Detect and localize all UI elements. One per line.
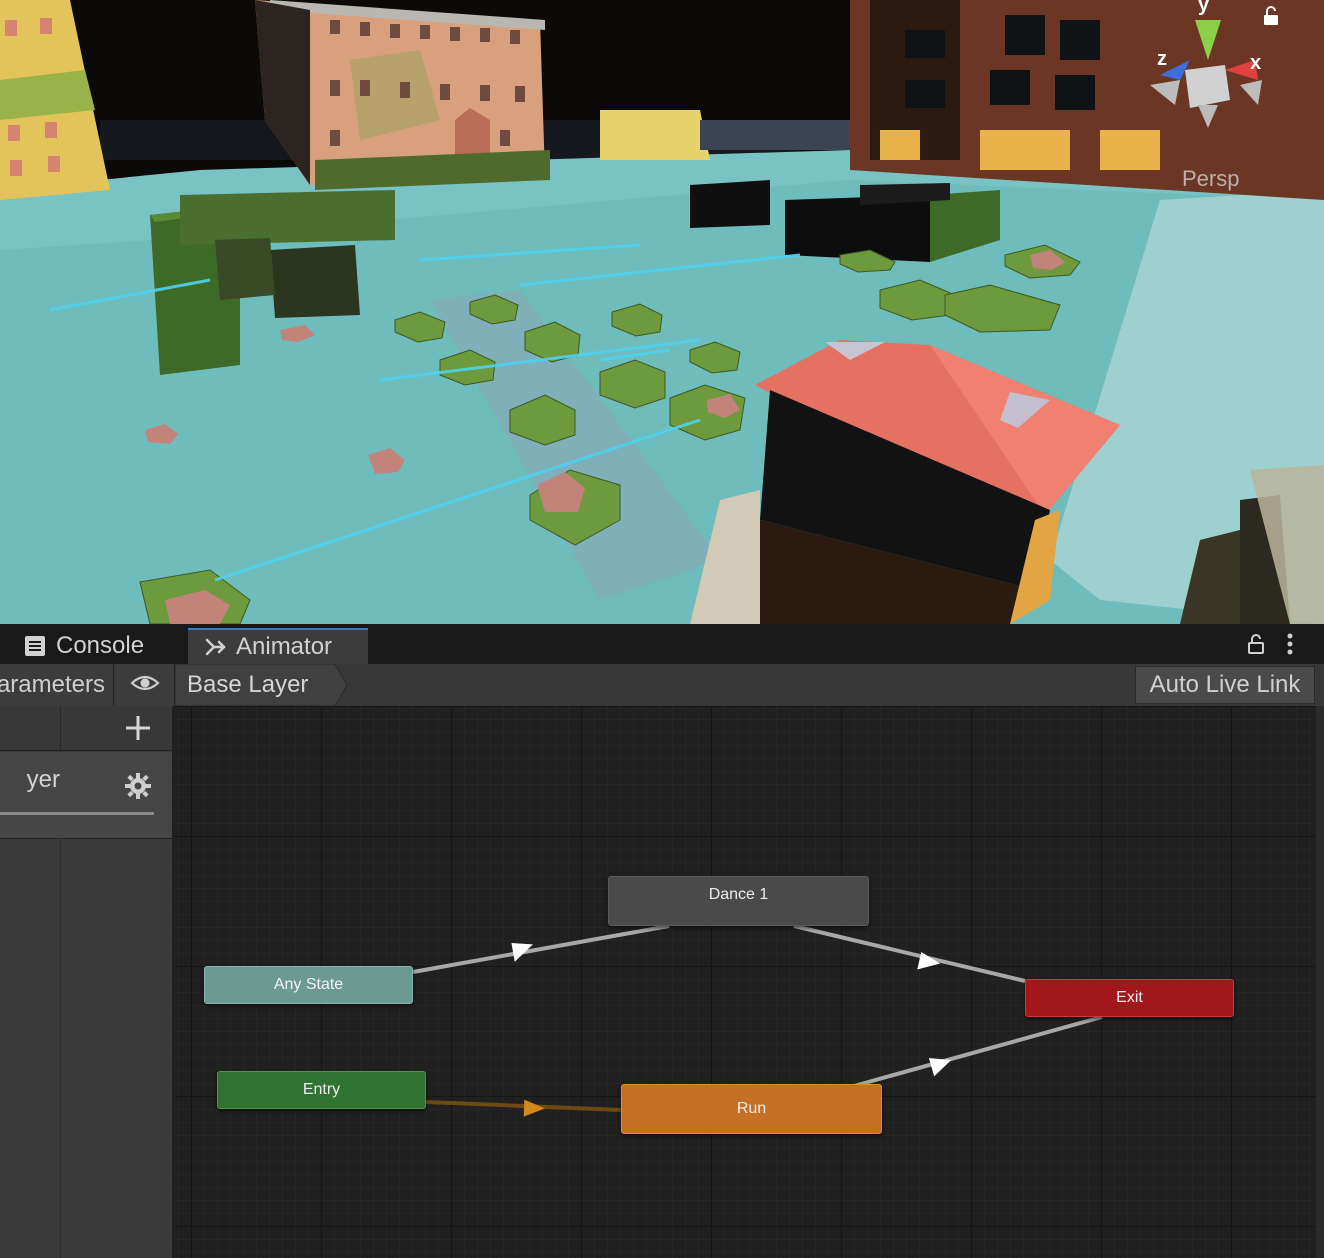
layer-weight-bar xyxy=(0,812,154,815)
state-node-dance-1[interactable]: Dance 1 xyxy=(608,876,869,926)
breadcrumb[interactable]: Base Layer xyxy=(175,664,348,706)
eye-toggle-button[interactable] xyxy=(116,664,175,706)
layers-header-divider xyxy=(60,706,61,750)
animator-icon xyxy=(204,636,226,658)
state-node-any-state[interactable]: Any State xyxy=(204,966,413,1004)
more-options-icon[interactable] xyxy=(1286,632,1294,661)
layer-item-label: yer xyxy=(26,766,60,793)
auto-live-link-button[interactable]: Auto Live Link xyxy=(1135,666,1315,704)
layers-column-divider xyxy=(60,838,61,1258)
layers-header xyxy=(0,706,172,751)
parameters-tab[interactable]: arameters xyxy=(0,664,114,706)
add-layer-button[interactable] xyxy=(122,712,154,744)
transition-anystate-dance xyxy=(412,924,670,974)
transition-run-exit xyxy=(853,1015,1103,1088)
animator-window: Console Animator arameters Base Layer Au… xyxy=(0,624,1324,1258)
state-node-exit[interactable]: Exit xyxy=(1025,979,1234,1017)
layer-item-base[interactable]: yer xyxy=(0,752,172,839)
console-icon xyxy=(24,635,46,657)
lock-icon[interactable] xyxy=(1247,634,1265,659)
tab-console[interactable]: Console xyxy=(0,628,180,664)
eye-icon xyxy=(130,673,160,698)
tab-animator-label: Animator xyxy=(236,633,333,660)
scene-view[interactable]: y x z Persp xyxy=(0,0,1324,624)
transition-entry-run xyxy=(425,1100,622,1112)
layers-panel: yer xyxy=(0,706,174,1258)
plus-icon xyxy=(126,716,150,740)
gizmo-x-label[interactable]: x xyxy=(1250,52,1261,75)
gear-icon[interactable] xyxy=(124,772,152,805)
breadcrumb-base-layer[interactable]: Base Layer xyxy=(187,664,308,706)
graph-right-edge xyxy=(1316,706,1324,1258)
gizmo-y-label[interactable]: y xyxy=(1198,0,1209,17)
scene-lock-icon[interactable] xyxy=(1262,6,1280,26)
transition-arrow xyxy=(523,1099,545,1117)
transition-arrow xyxy=(928,1058,952,1077)
tab-strip: Console Animator xyxy=(0,624,1324,664)
scene-render xyxy=(0,0,1324,624)
transition-arrow xyxy=(917,951,941,970)
state-node-run[interactable]: Run xyxy=(621,1084,882,1134)
projection-label[interactable]: Persp xyxy=(1182,166,1239,192)
state-machine-graph[interactable]: Dance 1 Any State Exit Entry Run xyxy=(174,706,1316,1258)
transition-dance-exit xyxy=(793,924,1026,983)
state-node-entry[interactable]: Entry xyxy=(217,1071,426,1109)
animator-toolbar: arameters Base Layer Auto Live Link xyxy=(0,664,1324,707)
tab-console-label: Console xyxy=(56,632,145,659)
tab-animator[interactable]: Animator xyxy=(188,628,368,664)
gizmo-z-label[interactable]: z xyxy=(1157,48,1167,71)
